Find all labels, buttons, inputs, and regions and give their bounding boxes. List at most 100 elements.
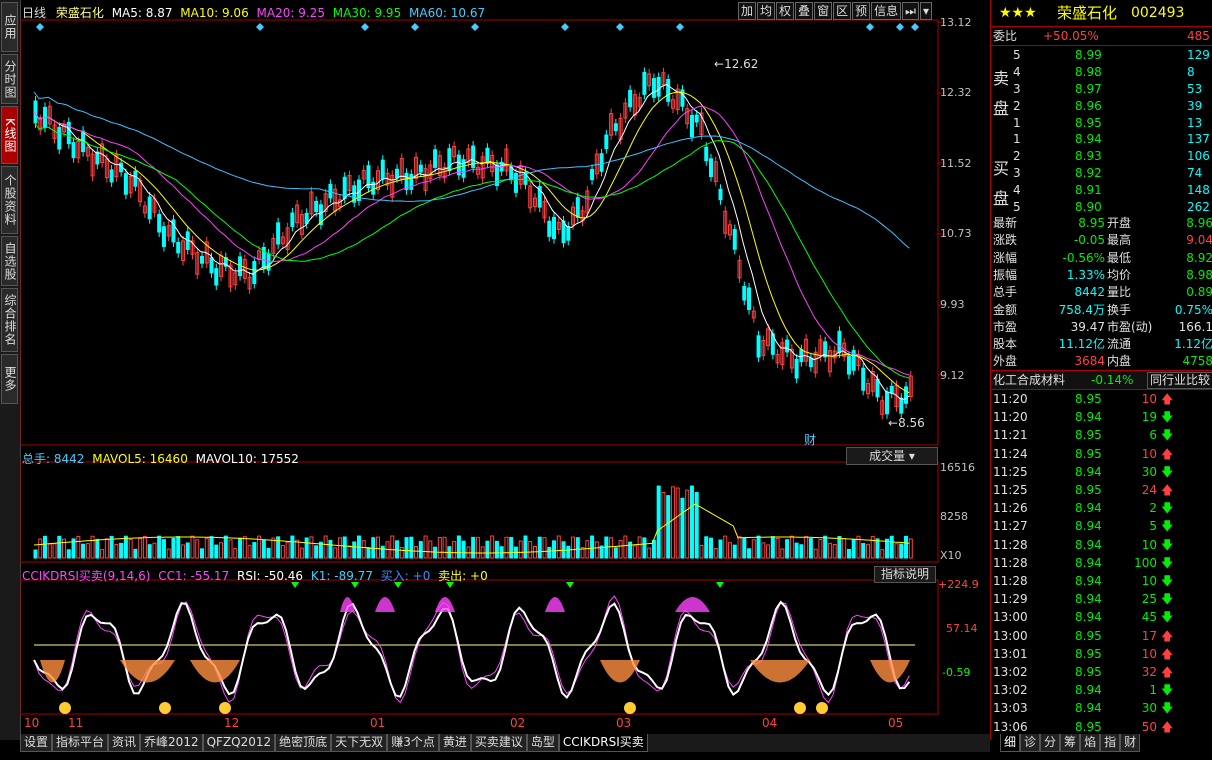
arrow-down-icon: 🡇 bbox=[1161, 537, 1174, 552]
rtab-finance[interactable]: 财 bbox=[1120, 734, 1141, 752]
tick-row: 11:21 8.95 6 🡇 bbox=[993, 428, 1174, 443]
ask-level: 5 8.99 129 bbox=[1013, 48, 1210, 62]
volume-bar bbox=[609, 537, 614, 559]
volume-bar bbox=[670, 486, 675, 559]
volume-bar bbox=[261, 539, 266, 559]
candle-body bbox=[161, 226, 166, 247]
candle-body bbox=[552, 216, 557, 240]
btab-island[interactable]: 岛型 bbox=[526, 734, 559, 752]
toolbar-info[interactable]: 信息 bbox=[871, 2, 902, 20]
signal-diamond-icon bbox=[361, 23, 369, 31]
volume-bar bbox=[747, 548, 752, 559]
btab-ccikdrsi[interactable]: CCIKDRSI买卖 bbox=[558, 734, 648, 752]
volume-bar bbox=[865, 543, 870, 559]
tab-stock-info[interactable]: 个股资料 bbox=[1, 166, 18, 234]
signal-diamond-icon bbox=[411, 23, 419, 31]
candle-body bbox=[314, 200, 319, 213]
toolbar-window[interactable]: 窗 bbox=[814, 2, 833, 20]
btab-qfzq2012[interactable]: QFZQ2012 bbox=[202, 734, 276, 752]
weibi-label: 委比 bbox=[993, 29, 1018, 43]
rtab-index[interactable]: 指 bbox=[1100, 734, 1121, 752]
tab-kline[interactable]: K线图 bbox=[1, 106, 18, 164]
volume-bar bbox=[456, 535, 461, 559]
panel-tab-bar: 细 诊 分 筹 焰 指 财 bbox=[1000, 734, 1141, 752]
rtab-chips[interactable]: 筹 bbox=[1060, 734, 1081, 752]
tick-row: 11:25 8.95 24 🡅 bbox=[993, 483, 1174, 497]
candle-body bbox=[846, 355, 851, 375]
signal-diamond-icon bbox=[256, 23, 264, 31]
sector-name[interactable]: 化工合成材料 bbox=[993, 371, 1065, 389]
volume-bar bbox=[395, 540, 400, 559]
volume-bar bbox=[304, 537, 309, 559]
volume-bar bbox=[147, 544, 152, 559]
tab-more[interactable]: 更多 bbox=[1, 354, 18, 404]
candle-body bbox=[380, 159, 385, 180]
volume-bar bbox=[328, 539, 333, 559]
rtab-flame[interactable]: 焰 bbox=[1080, 734, 1101, 752]
kline-svg[interactable] bbox=[20, 0, 990, 740]
kline-chart-area[interactable]: 日线 荣盛石化 MA5: 8.87 MA10: 9.06 MA20: 9.25 … bbox=[20, 0, 979, 740]
rtab-detail[interactable]: 细 bbox=[1000, 734, 1021, 752]
volume-bar bbox=[509, 536, 514, 559]
quote-stat-row: 市盈 39.47 市盈(动) 166.1 bbox=[993, 319, 1212, 334]
btab-huangjin[interactable]: 黄进 bbox=[438, 734, 471, 752]
arrow-down-icon: 🡇 bbox=[1161, 410, 1174, 425]
volume-bar bbox=[290, 535, 295, 559]
volume-bar bbox=[571, 536, 576, 559]
volume-bar bbox=[166, 548, 171, 559]
mavol5-label: MAVOL5: 16460 bbox=[92, 452, 188, 466]
tab-watchlist[interactable]: 自选股 bbox=[1, 236, 18, 286]
tab-timeshare[interactable]: 分时图 bbox=[1, 54, 18, 104]
indicator-help-button[interactable]: 指标说明 bbox=[874, 566, 936, 583]
volume-bar bbox=[547, 546, 552, 559]
volume-bar bbox=[889, 535, 894, 559]
weibi-row: 委比 +50.05% 485 bbox=[991, 26, 1212, 46]
date-tick: 12 bbox=[224, 716, 240, 730]
volume-bar bbox=[623, 535, 628, 559]
volume-bar bbox=[38, 538, 43, 559]
candle-body bbox=[689, 114, 694, 138]
volume-type-select[interactable]: 成交量 ▾ bbox=[846, 447, 938, 465]
btab-top-bottom[interactable]: 绝密顶底 bbox=[275, 734, 332, 752]
volume-bar bbox=[299, 547, 304, 559]
candle-body bbox=[904, 386, 909, 404]
volume-bar bbox=[685, 489, 690, 559]
candle-body bbox=[742, 286, 747, 301]
toolbar-overlay[interactable]: 叠 bbox=[795, 2, 814, 20]
toolbar-range[interactable]: 区 bbox=[833, 2, 852, 20]
volume-bar bbox=[566, 545, 571, 559]
toolbar-dropdown-icon[interactable]: ▾ bbox=[919, 2, 932, 20]
btab-qf2012[interactable]: 乔峰2012 bbox=[140, 734, 203, 752]
tab-app[interactable]: 应用 bbox=[1, 2, 18, 52]
volume-bar bbox=[861, 543, 866, 559]
toolbar-avg[interactable]: 均 bbox=[757, 2, 776, 20]
rtab-minute[interactable]: 分 bbox=[1040, 734, 1061, 752]
candle-body bbox=[199, 255, 204, 264]
toolbar-forecast[interactable]: 预 bbox=[852, 2, 871, 20]
btab-settings[interactable]: 设置 bbox=[20, 734, 53, 752]
tab-ranking[interactable]: 综合排名 bbox=[1, 288, 18, 352]
arrow-down-icon: 🡇 bbox=[1161, 519, 1174, 534]
quote-title-row: ★★★ 荣盛石化 002493 bbox=[991, 4, 1212, 24]
candle-body bbox=[861, 367, 866, 391]
arrow-down-icon: 🡇 bbox=[1161, 701, 1174, 716]
volume-bar bbox=[837, 535, 842, 559]
rtab-diagnose[interactable]: 诊 bbox=[1020, 734, 1041, 752]
industry-compare-button[interactable]: 同行业比较 bbox=[1147, 372, 1212, 389]
btab-trade-advice[interactable]: 买卖建议 bbox=[470, 734, 527, 752]
arrow-down-icon: 🡇 bbox=[1161, 428, 1174, 443]
candle-body bbox=[708, 158, 713, 178]
volume-bar bbox=[185, 542, 190, 559]
tick-row: 11:27 8.94 5 🡇 bbox=[993, 519, 1174, 534]
toolbar-collapse-icon[interactable]: ⏭ bbox=[902, 2, 919, 20]
btab-3points[interactable]: 赚3个点 bbox=[387, 734, 439, 752]
btab-unique[interactable]: 天下无双 bbox=[331, 734, 388, 752]
volume-bar bbox=[437, 537, 442, 559]
finance-marker[interactable]: 财 bbox=[804, 431, 816, 448]
toolbar-rights[interactable]: 权 bbox=[776, 2, 795, 20]
sector-row: 化工合成材料 -0.14% 同行业比较 bbox=[991, 370, 1212, 390]
ma60-label: MA60: 10.67 bbox=[409, 6, 486, 20]
btab-news[interactable]: 资讯 bbox=[108, 734, 141, 752]
btab-indicator-platform[interactable]: 指标平台 bbox=[52, 734, 109, 752]
toolbar-add[interactable]: 加 bbox=[738, 2, 757, 20]
